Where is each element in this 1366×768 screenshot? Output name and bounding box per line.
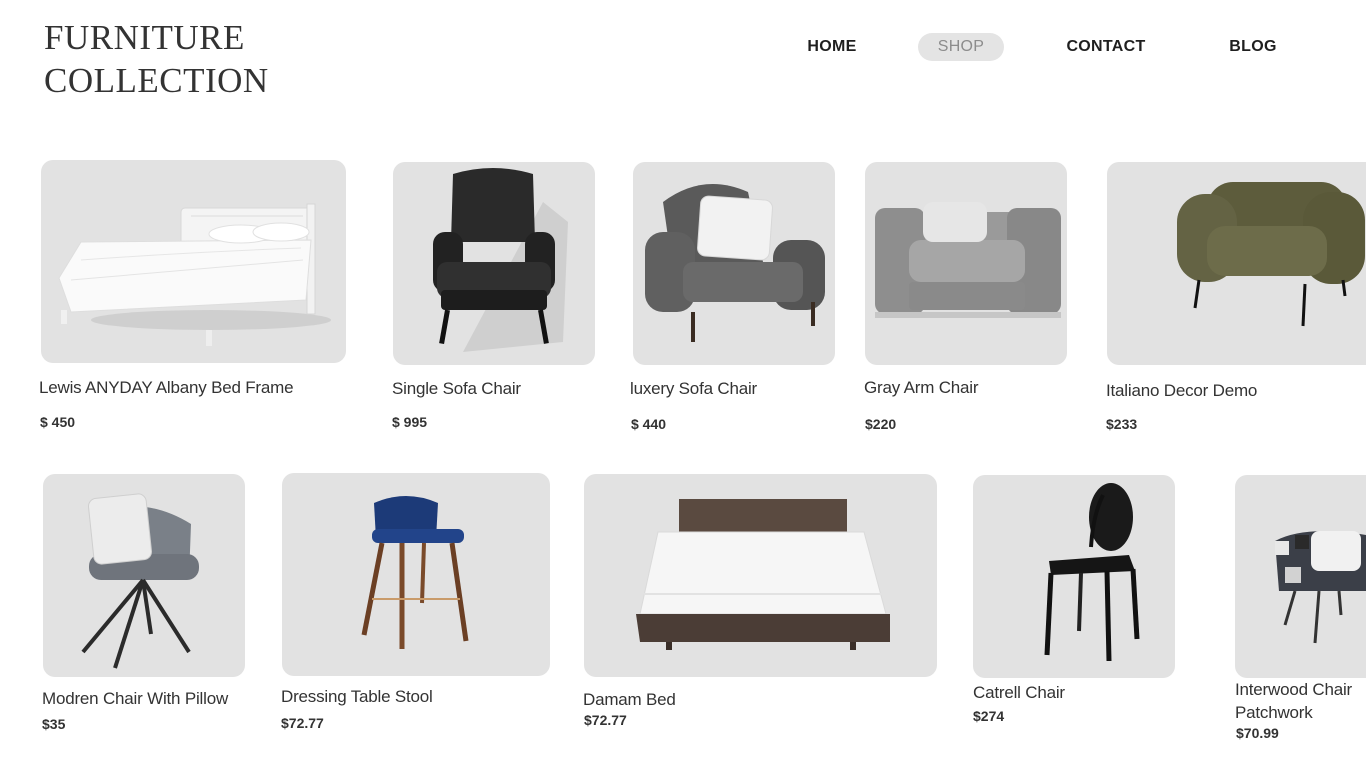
gray-swivel-chair-with-pillow-icon xyxy=(81,493,199,669)
nav-blog[interactable]: BLOG xyxy=(1220,33,1286,61)
product-image[interactable] xyxy=(633,162,835,365)
blue-bar-stool-icon xyxy=(361,496,469,649)
product-name[interactable]: Single Sofa Chair xyxy=(392,379,521,399)
product-name[interactable]: Dressing Table Stool xyxy=(281,687,433,707)
product-name-line-2[interactable]: Patchwork xyxy=(1235,703,1313,723)
product-price: $70.99 xyxy=(1236,725,1279,741)
wooden-platform-bed-icon xyxy=(636,499,890,650)
patchwork-chair-icon xyxy=(1275,531,1366,644)
product-name[interactable]: Damam Bed xyxy=(583,690,676,710)
product-name[interactable]: Modren Chair With Pillow xyxy=(42,689,228,709)
product-price: $220 xyxy=(865,416,897,432)
product-name[interactable]: Interwood Chair xyxy=(1235,680,1352,700)
product-price: $72.77 xyxy=(281,715,324,731)
nav-home[interactable]: HOME xyxy=(796,33,868,61)
nav-contact[interactable]: CONTACT xyxy=(1058,33,1154,61)
white-bed-frame-icon xyxy=(58,203,331,346)
brand-line-1: FURNITURE xyxy=(44,18,245,57)
gray-slipcover-armchair-icon xyxy=(645,184,825,342)
product-image[interactable] xyxy=(973,475,1175,678)
product-price: $274 xyxy=(973,708,1005,724)
product-name[interactable]: luxery Sofa Chair xyxy=(630,379,757,399)
product-image[interactable] xyxy=(282,473,550,676)
product-price: $35 xyxy=(42,716,66,732)
nav-shop[interactable]: SHOP xyxy=(918,33,1004,61)
product-name[interactable]: Italiano Decor Demo xyxy=(1106,381,1257,401)
black-wingback-chair-icon xyxy=(433,168,568,352)
product-price: $ 995 xyxy=(392,414,428,430)
product-name[interactable]: Lewis ANYDAY Albany Bed Frame xyxy=(39,378,294,398)
brand-line-2: COLLECTION xyxy=(44,61,269,100)
product-image[interactable] xyxy=(43,474,245,677)
product-name[interactable]: Gray Arm Chair xyxy=(864,378,979,398)
product-price: $ 450 xyxy=(40,414,76,430)
product-image[interactable] xyxy=(1235,475,1366,678)
black-ghost-chair-icon xyxy=(1044,483,1140,662)
product-name[interactable]: Catrell Chair xyxy=(973,683,1065,703)
olive-armchair-icon xyxy=(1177,182,1365,327)
product-price: $ 440 xyxy=(631,416,667,432)
product-image[interactable] xyxy=(865,162,1067,365)
gray-arm-chair-icon xyxy=(875,202,1061,318)
product-image[interactable] xyxy=(584,474,937,677)
product-image[interactable] xyxy=(393,162,595,365)
brand-logo[interactable]: FURNITURE COLLECTION xyxy=(44,16,269,102)
product-price: $233 xyxy=(1106,416,1138,432)
product-price: $72.77 xyxy=(584,712,627,728)
product-image[interactable] xyxy=(1107,162,1366,365)
product-image[interactable] xyxy=(41,160,346,363)
